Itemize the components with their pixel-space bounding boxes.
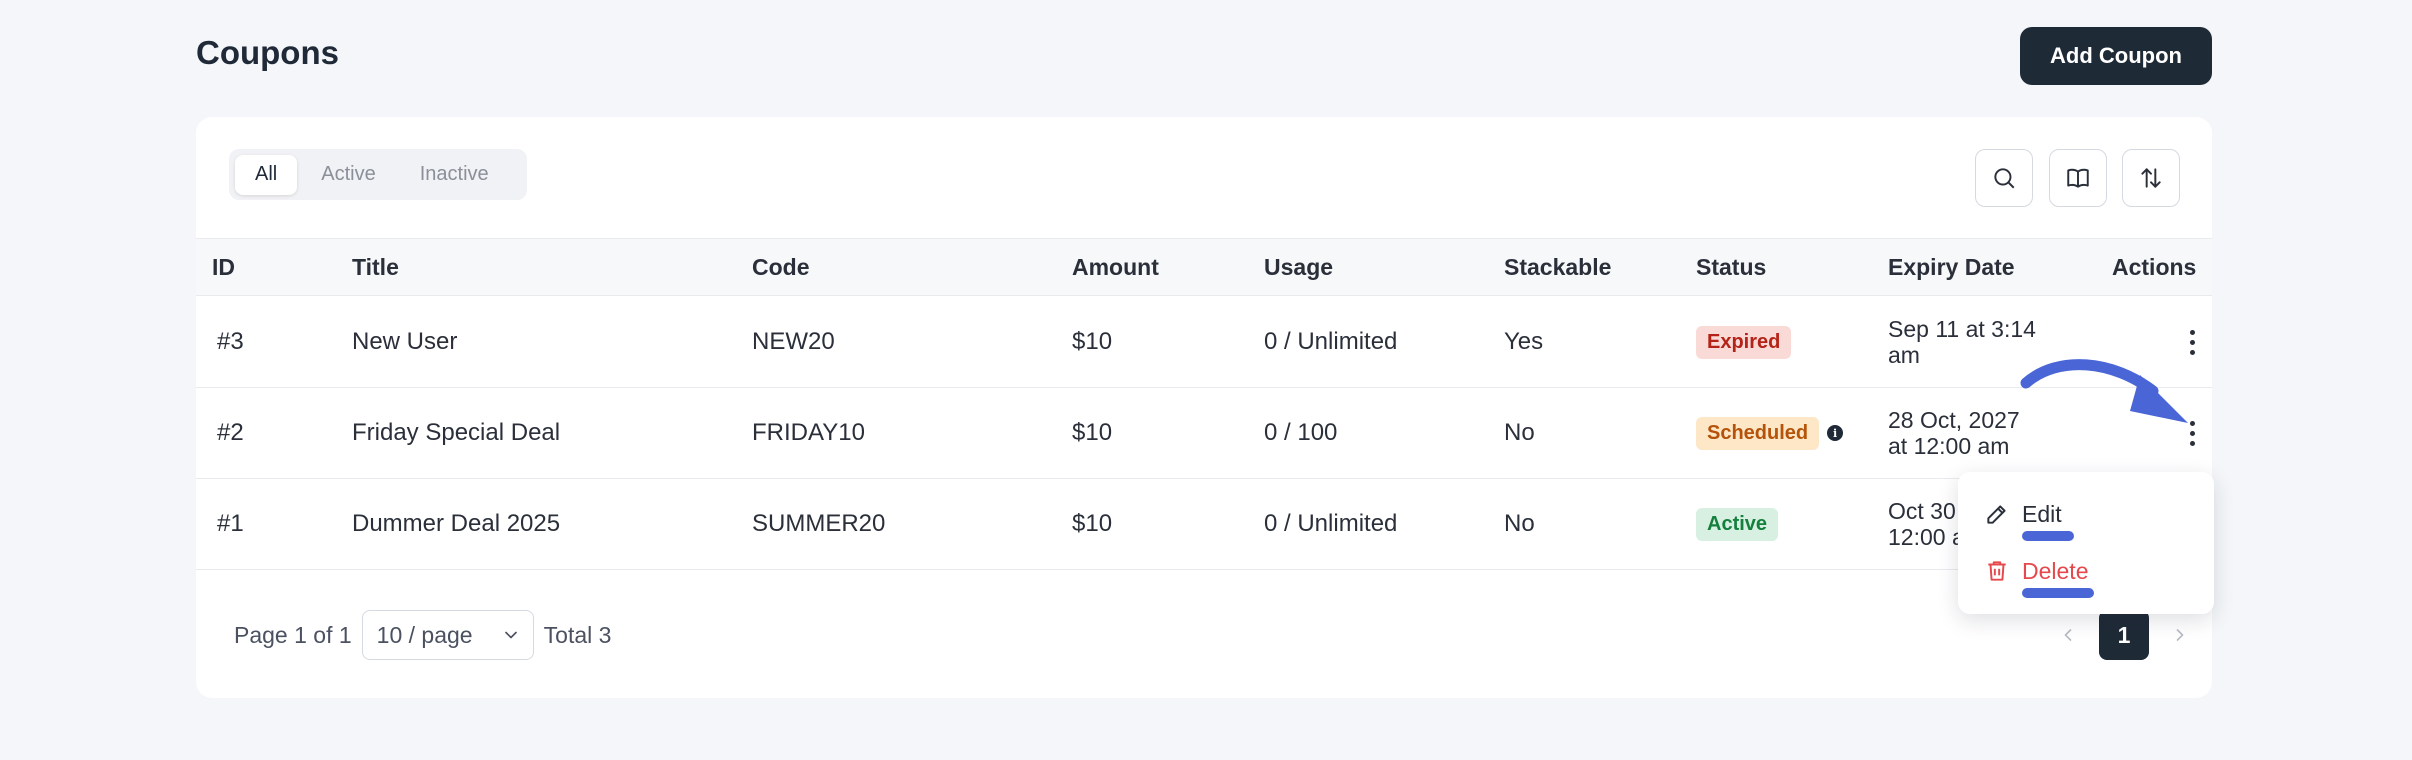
annotation-arrow-icon (2020, 359, 2188, 423)
book-button[interactable] (2049, 149, 2107, 207)
pagination-controls: 1 (2049, 610, 2199, 660)
total-count: Total 3 (543, 621, 612, 648)
cell-expiry: Sep 11 at 3:14 am (1888, 297, 2036, 387)
cell-amount: $10 (1072, 419, 1113, 446)
cell-stackable: Yes (1504, 328, 1544, 355)
column-header-amount[interactable]: Amount (1072, 239, 1159, 295)
sort-button[interactable] (2122, 149, 2180, 207)
cell-code: FRIDAY10 (752, 419, 865, 446)
status-badge: Active (1696, 507, 1779, 541)
sort-icon (2141, 168, 2161, 188)
column-header-title[interactable]: Title (352, 239, 399, 295)
expiry-line-2: 12:00 a (1888, 524, 1965, 550)
trash-icon (1988, 561, 2006, 581)
cell-expiry: 28 Oct, 2027 at 12:00 am (1888, 388, 2020, 478)
cell-id: #1 (217, 510, 244, 537)
table-row[interactable]: #3 New User NEW20 $10 0 / Unlimited Yes … (196, 297, 2212, 388)
cell-id: #2 (217, 419, 244, 446)
cell-amount: $10 (1072, 328, 1113, 355)
cell-usage: 0 / Unlimited (1264, 510, 1398, 537)
expiry-line-2: at 12:00 am (1888, 433, 2010, 459)
expiry-line-1: Sep 11 at 3:14 (1888, 315, 2036, 342)
search-button[interactable] (1975, 149, 2033, 207)
cell-status: Expired (1696, 297, 1792, 387)
menu-item-delete-label: Delete (2022, 557, 2089, 584)
chevron-down-icon (504, 631, 517, 639)
page-size-select[interactable]: 10 / page (361, 610, 534, 660)
pencil-icon (1987, 505, 2006, 524)
status-badge: Scheduled (1696, 416, 1820, 450)
pagination-info: Page 1 of 1 10 / page Total 3 (234, 610, 611, 660)
cell-amount: $10 (1072, 510, 1113, 537)
search-icon (1994, 168, 2015, 189)
column-header-code[interactable]: Code (752, 239, 810, 295)
filter-tab-active[interactable]: Active (301, 155, 395, 195)
cell-usage: 0 / 100 (1264, 419, 1338, 446)
cell-usage: 0 / Unlimited (1264, 328, 1398, 355)
column-header-actions: Actions (2112, 253, 2197, 280)
page-title: Coupons (196, 34, 339, 71)
menu-item-edit[interactable]: Edit (1984, 494, 2062, 534)
column-header-id[interactable]: ID (212, 239, 235, 295)
prev-page-button[interactable] (2049, 610, 2087, 660)
coupons-card: All Active Inactive ID Title Code Amount… (196, 117, 2212, 698)
add-coupon-button[interactable]: Add Coupon (2020, 27, 2212, 85)
cell-status: Scheduled i (1696, 388, 1844, 478)
menu-item-edit-label: Edit (2022, 500, 2062, 527)
cell-title: Dummer Deal 2025 (352, 510, 561, 537)
filter-tab-inactive[interactable]: Inactive (400, 155, 509, 195)
page-info: Page 1 of 1 (234, 621, 352, 648)
cell-status: Active (1696, 479, 1779, 569)
cell-title: Friday Special Deal (352, 419, 561, 446)
cell-title: New User (352, 328, 458, 355)
row-actions-menu: Edit Delete (1958, 472, 2214, 614)
cell-code: SUMMER20 (752, 510, 886, 537)
table-row[interactable]: #1 Dummer Deal 2025 SUMMER20 $10 0 / Unl… (196, 479, 2212, 570)
expiry-line-2: am (1888, 342, 1920, 368)
next-page-button[interactable] (2161, 610, 2199, 660)
annotation-underline (2022, 531, 2074, 541)
column-header-status[interactable]: Status (1696, 239, 1766, 295)
page-size-value: 10 / page (376, 621, 473, 648)
book-icon (2067, 168, 2089, 188)
status-filter: All Active Inactive (229, 149, 527, 200)
expiry-line-1: 28 Oct, 2027 (1888, 406, 2020, 433)
table-header: ID Title Code Amount Usage Stackable Sta… (196, 238, 2212, 296)
page-number-button[interactable]: 1 (2099, 610, 2149, 660)
table-row[interactable]: #2 Friday Special Deal FRIDAY10 $10 0 / … (196, 388, 2212, 479)
expiry-line-1: Oct 30 (1888, 497, 1956, 524)
menu-item-delete[interactable]: Delete (1984, 551, 2088, 591)
status-badge: Expired (1696, 325, 1792, 359)
cell-id: #3 (217, 328, 244, 355)
chevron-right-icon (2176, 629, 2184, 641)
chevron-left-icon (2064, 629, 2072, 641)
cell-stackable: No (1504, 419, 1535, 446)
cell-expiry: Oct 30 12:00 a (1888, 479, 1965, 569)
filter-tab-all[interactable]: All (235, 154, 298, 195)
annotation-underline (2022, 588, 2094, 598)
cell-code: NEW20 (752, 328, 835, 355)
column-header-stackable[interactable]: Stackable (1504, 239, 1611, 295)
cell-stackable: No (1504, 510, 1535, 537)
column-header-expiry[interactable]: Expiry Date (1888, 239, 2015, 295)
info-icon[interactable]: i (1827, 425, 1844, 441)
column-header-usage[interactable]: Usage (1264, 239, 1333, 295)
